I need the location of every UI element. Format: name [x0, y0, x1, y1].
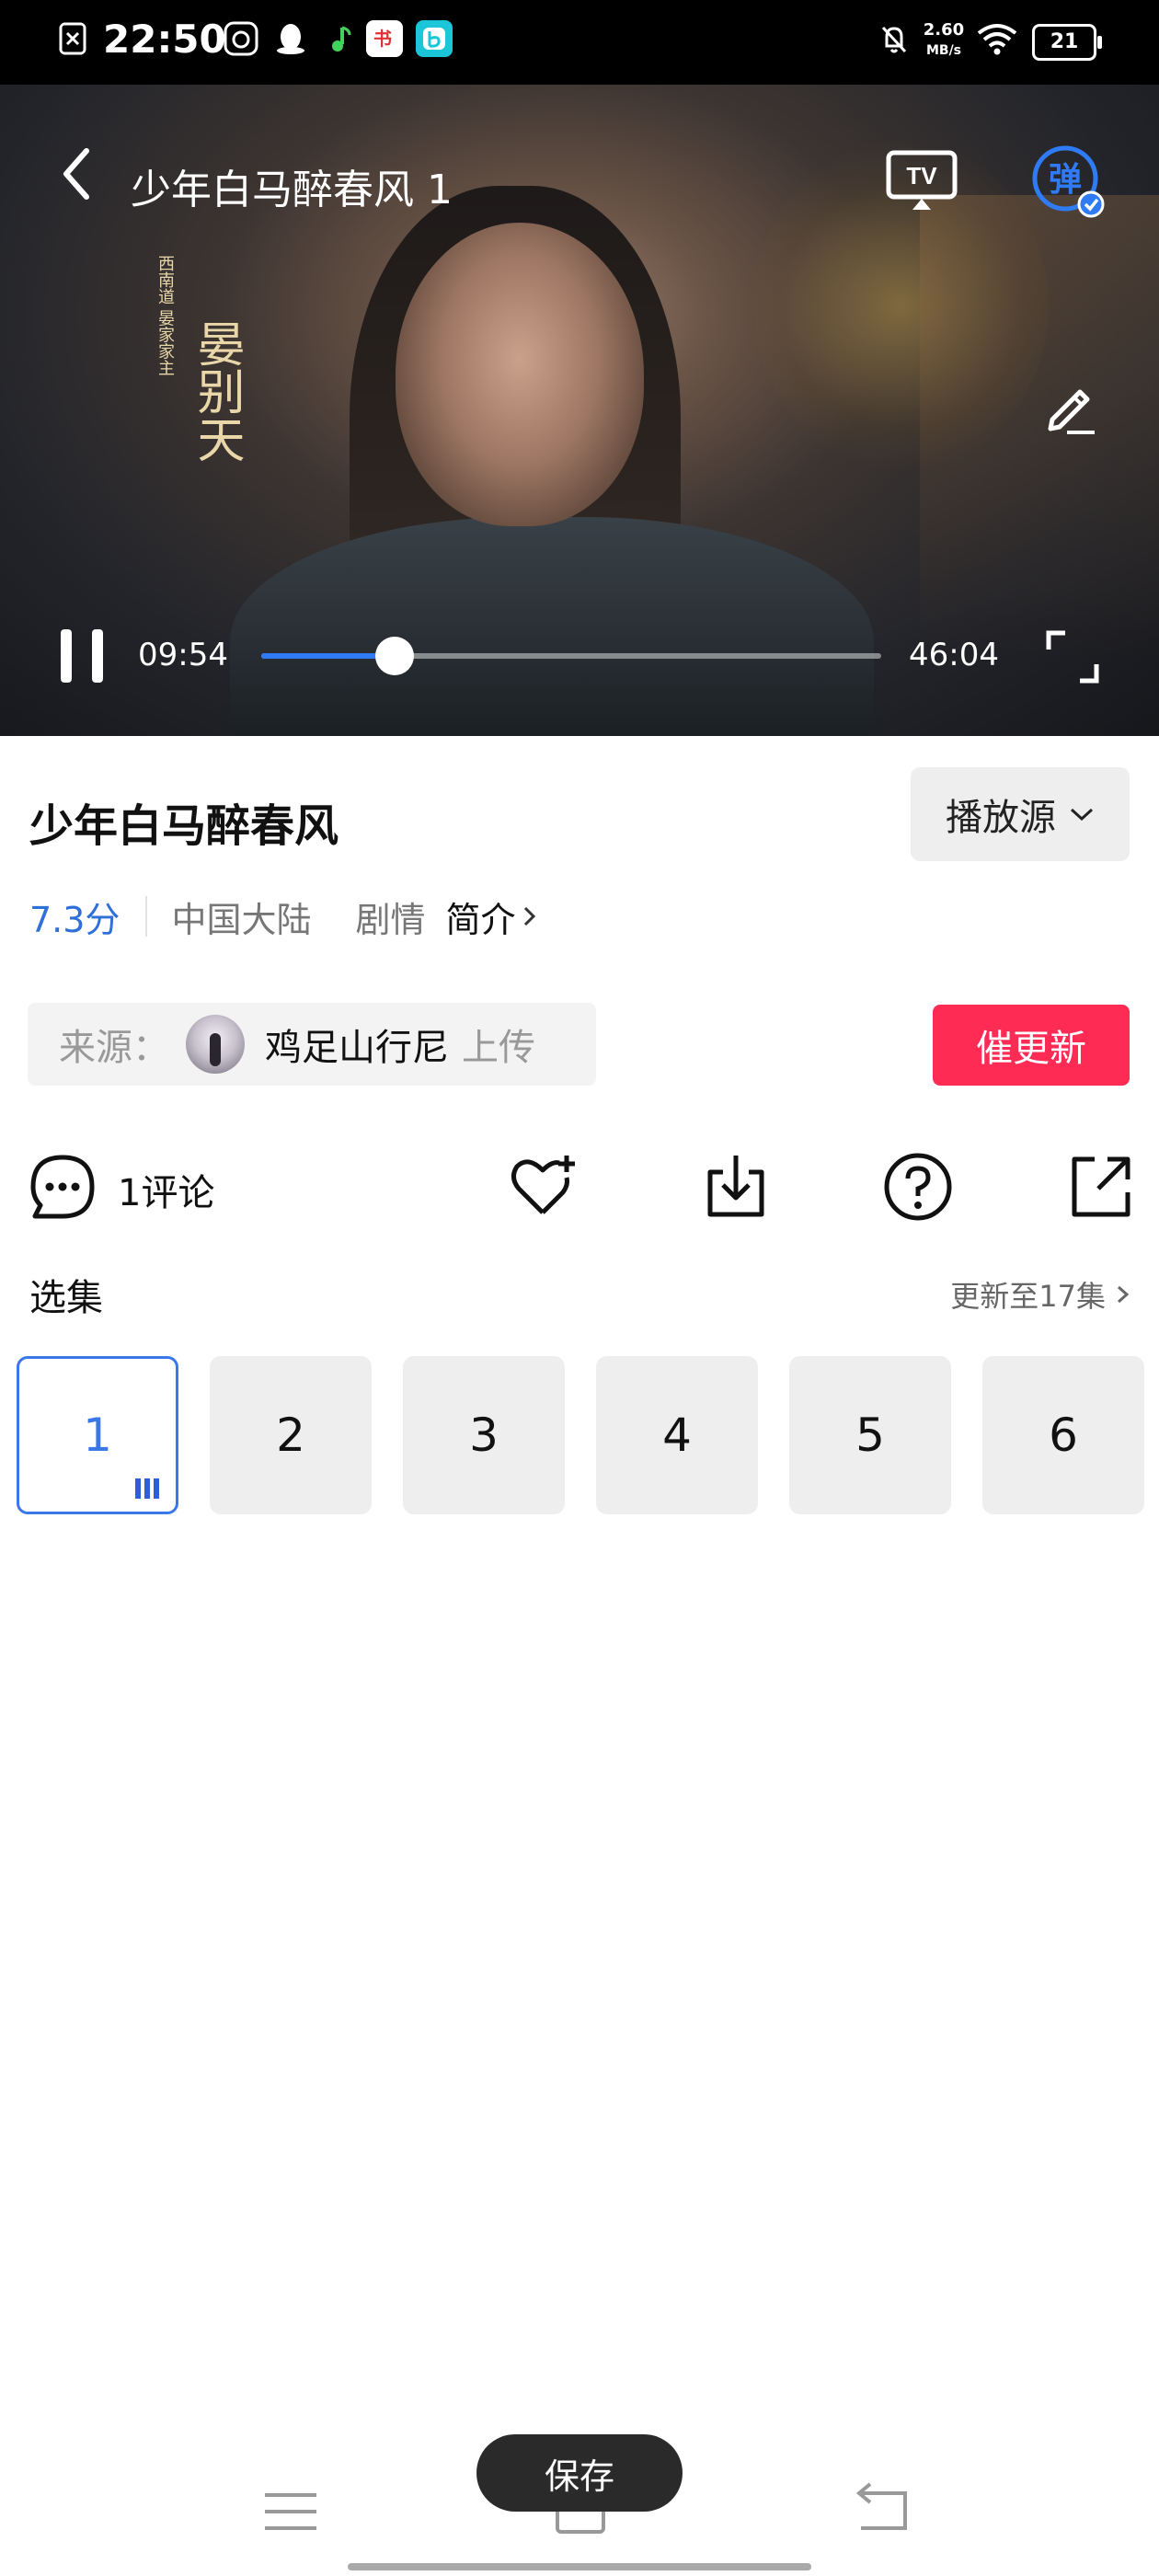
upload-label: 来源： — [59, 1027, 169, 1069]
episode-tile[interactable]: 6 — [982, 1356, 1144, 1514]
genre: 剧情 — [355, 899, 426, 940]
home-indicator[interactable] — [348, 2563, 811, 2570]
progress-bar[interactable] — [261, 637, 881, 675]
avatar — [186, 1015, 245, 1074]
favorite-add-icon[interactable] — [506, 1148, 583, 1225]
episode-tile[interactable]: 1 — [17, 1356, 178, 1514]
video-title: 少年白马醉春风 1 — [131, 167, 453, 213]
edit-danmu-icon[interactable] — [1039, 379, 1098, 438]
intro-label: 简介 — [445, 899, 516, 940]
fullscreen-icon[interactable] — [1043, 627, 1102, 686]
battery-indicator: 21 — [1032, 24, 1102, 61]
camera-app-icon — [224, 21, 258, 56]
mute-bell-icon — [881, 26, 907, 53]
b-letter-icon — [423, 28, 445, 50]
episode-tile[interactable]: 3 — [403, 1356, 565, 1514]
meta-row: 7.3分 中国大陆 剧情 简介 — [29, 891, 539, 942]
share-icon[interactable] — [1061, 1148, 1139, 1225]
help-icon[interactable] — [879, 1148, 957, 1225]
danmu-icon: 弹 — [1032, 145, 1105, 218]
urge-update-button[interactable]: 催更新 — [933, 1005, 1130, 1086]
chevron-right-icon — [524, 906, 536, 926]
episode-number: 3 — [469, 1409, 499, 1462]
download-icon[interactable] — [697, 1148, 775, 1225]
video-player[interactable]: 西南道 晏家家主 晏别天 少年白马醉春风 1 TV 弹 09:54 46:04 — [0, 85, 1159, 736]
intro-link[interactable]: 简介 — [445, 891, 539, 942]
action-row: 1评论 — [0, 1141, 1159, 1233]
episode-number: 1 — [83, 1409, 112, 1462]
video-frame-figure-body — [230, 517, 874, 736]
comment-icon[interactable] — [28, 1152, 98, 1222]
progress-thumb[interactable] — [374, 637, 414, 675]
current-time: 09:54 — [138, 637, 228, 673]
episode-grid: 1 2 3 4 5 6 — [17, 1356, 1144, 1514]
network-speed-value: 2.60 — [923, 20, 965, 40]
rating: 7.3分 — [29, 899, 120, 940]
episode-number: 2 — [276, 1409, 305, 1462]
meta-divider — [145, 896, 148, 937]
video-caption-name: 晏别天 — [189, 319, 244, 463]
tv-cast-icon: TV — [886, 150, 958, 210]
episode-tile[interactable]: 5 — [789, 1356, 951, 1514]
play-source-button[interactable]: 播放源 — [911, 767, 1130, 861]
tv-label: TV — [906, 162, 937, 190]
tv-cast-button[interactable]: TV — [885, 149, 958, 213]
episodes-update-label: 更新至17集 — [950, 1279, 1106, 1314]
upload-source-box[interactable]: 来源： 鸡足山行尼 上传 — [28, 1003, 596, 1086]
episodes-more-link[interactable]: 更新至17集 — [950, 1273, 1131, 1316]
total-time: 46:04 — [909, 637, 999, 673]
reading-app-icon: 书 — [366, 20, 403, 57]
back-button[interactable] — [53, 142, 99, 206]
network-speed-unit: MB/s — [925, 43, 962, 58]
now-playing-icon — [135, 1478, 159, 1499]
upload-suffix: 上传 — [462, 1027, 535, 1069]
danmu-label: 弹 — [1049, 161, 1082, 199]
sim-error-icon — [59, 22, 86, 55]
show-title: 少年白马醉春风 — [29, 800, 339, 852]
uploader-name: 鸡足山行尼 — [265, 1027, 449, 1069]
episode-tile[interactable]: 4 — [596, 1356, 758, 1514]
video-caption-small: 西南道 晏家家主 — [155, 255, 175, 376]
pause-button[interactable] — [57, 626, 109, 686]
episodes-header: 选集 — [29, 1277, 103, 1319]
episode-number: 5 — [855, 1409, 885, 1462]
chevron-right-icon — [1118, 1285, 1130, 1304]
save-toast[interactable]: 保存 — [476, 2434, 683, 2512]
danmu-toggle-button[interactable]: 弹 — [1030, 144, 1107, 221]
wifi-icon — [977, 24, 1017, 55]
nav-back-icon[interactable] — [854, 2482, 912, 2536]
qq-icon — [277, 24, 304, 54]
episode-number: 4 — [662, 1409, 692, 1462]
region: 中国大陆 — [171, 899, 312, 940]
comment-count[interactable]: 1评论 — [118, 1163, 214, 1216]
status-bar: 22:50 书 2.60 MB/s 21 — [0, 0, 1159, 85]
episode-tile[interactable]: 2 — [210, 1356, 372, 1514]
video-frame-figure-face — [396, 223, 644, 526]
music-icon — [332, 26, 351, 52]
reading-app-text: 书 — [373, 28, 392, 50]
episode-number: 6 — [1049, 1409, 1078, 1462]
nav-menu-icon[interactable] — [263, 2490, 318, 2534]
status-time: 22:50 — [103, 17, 226, 62]
play-source-label: 播放源 — [946, 797, 1056, 839]
browser-app-icon — [416, 20, 453, 57]
chevron-down-icon — [1070, 808, 1094, 822]
